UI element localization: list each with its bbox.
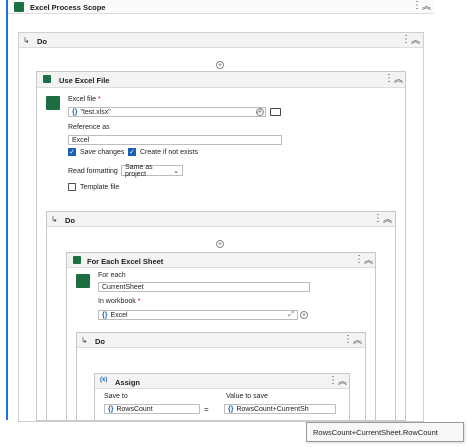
- add-icon[interactable]: +: [300, 311, 308, 319]
- more-options-icon[interactable]: ⋮: [328, 376, 338, 386]
- add-activity-icon[interactable]: +: [216, 240, 224, 248]
- more-options-icon[interactable]: ⋮: [401, 35, 411, 45]
- excel-icon: [73, 256, 81, 264]
- save-changes-label: Save changes: [80, 149, 125, 156]
- variable-icon: {}: [72, 108, 78, 116]
- collapse-icon[interactable]: ︽: [364, 256, 373, 265]
- do-innermost-header[interactable]: ↳ Do ⋮ ︽: [77, 333, 365, 348]
- do-outer-title: Do: [37, 37, 47, 46]
- save-to-value: RowsCount: [116, 405, 153, 413]
- save-to-label: Save to: [104, 393, 128, 400]
- required-mark: *: [97, 96, 101, 103]
- more-options-icon[interactable]: ⋮: [343, 335, 353, 345]
- arrow-icon: ↳: [81, 336, 88, 345]
- excel-file-field[interactable]: {} "test.xlsx" ⤢: [68, 107, 266, 117]
- for-each-value: CurrentSheet: [102, 283, 144, 291]
- in-workbook-label: In workbook *: [98, 298, 141, 305]
- arrow-icon: ↳: [23, 36, 30, 45]
- read-formatting-dropdown[interactable]: Same as project ⌄: [121, 163, 183, 178]
- add-icon[interactable]: +: [256, 108, 264, 116]
- expression-tooltip: RowsCount+CurrentSheet.RowCount: [306, 422, 464, 442]
- use-excel-file-header[interactable]: Use Excel File ⋮ ︽: [37, 72, 405, 88]
- more-options-icon[interactable]: ⋮: [412, 1, 422, 11]
- assign-header[interactable]: (x) Assign ⋮ ︽: [95, 374, 349, 389]
- value-to-save-label: Value to save: [226, 393, 268, 400]
- do-outer-header[interactable]: ↳ Do ⋮ ︽: [19, 33, 423, 48]
- collapse-icon[interactable]: ︽: [394, 75, 403, 84]
- expand-icon[interactable]: ⤢: [288, 311, 297, 319]
- for-each-sheet-title: For Each Excel Sheet: [87, 257, 164, 266]
- excel-file-label: Excel file *: [68, 96, 101, 103]
- for-each-sheet-header[interactable]: For Each Excel Sheet ⋮ ︽: [67, 253, 375, 268]
- create-if-not-exists-checkbox[interactable]: ✓: [128, 148, 136, 156]
- value-to-save-field[interactable]: {} RowsCount+CurrentSh: [224, 404, 336, 414]
- reference-as-value: Excel: [72, 136, 90, 144]
- equals-sign: =: [204, 405, 209, 414]
- for-each-field[interactable]: CurrentSheet: [98, 282, 310, 292]
- more-options-icon[interactable]: ⋮: [354, 255, 364, 265]
- for-each-label: For each: [98, 272, 126, 279]
- more-options-icon[interactable]: ⋮: [373, 214, 383, 224]
- variable-icon: {}: [228, 405, 234, 413]
- selection-indicator: [6, 0, 8, 420]
- do-inner-title: Do: [65, 216, 75, 225]
- reference-as-field[interactable]: Excel: [68, 135, 282, 145]
- excel-process-scope-title: Excel Process Scope: [30, 3, 106, 12]
- variable-icon: {}: [102, 311, 108, 319]
- collapse-icon[interactable]: ︽: [383, 215, 392, 224]
- in-workbook-value: Excel: [110, 311, 128, 319]
- use-excel-file-title: Use Excel File: [59, 76, 110, 85]
- collapse-icon[interactable]: ︽: [422, 2, 431, 11]
- do-innermost-title: Do: [95, 337, 105, 346]
- excel-large-icon: [76, 274, 90, 288]
- read-formatting-value: Same as project: [125, 163, 153, 178]
- assign-icon: (x): [100, 377, 108, 383]
- variable-icon: {}: [108, 405, 114, 413]
- assign-title: Assign: [115, 378, 141, 387]
- folder-icon[interactable]: [270, 108, 281, 116]
- collapse-icon[interactable]: ︽: [353, 336, 362, 345]
- do-inner-header[interactable]: ↳ Do ⋮ ︽: [47, 212, 395, 227]
- excel-icon: [43, 75, 51, 83]
- collapse-icon[interactable]: ︽: [411, 36, 420, 45]
- collapse-icon[interactable]: ︽: [338, 377, 347, 386]
- excel-large-icon: [46, 96, 60, 110]
- in-workbook-field[interactable]: {} Excel ⤢: [98, 310, 298, 320]
- arrow-icon: ↳: [51, 215, 58, 224]
- required-mark: *: [137, 298, 141, 305]
- template-file-label: Template file: [80, 184, 120, 191]
- add-activity-icon[interactable]: +: [216, 61, 224, 69]
- template-file-checkbox[interactable]: [68, 183, 76, 191]
- more-options-icon[interactable]: ⋮: [384, 74, 394, 84]
- value-to-save-value: RowsCount+CurrentSh: [236, 405, 309, 413]
- reference-as-label: Reference as: [68, 124, 110, 131]
- excel-icon: [14, 2, 24, 12]
- excel-process-scope-header[interactable]: Excel Process Scope ⋮ ︽: [8, 0, 434, 14]
- chevron-down-icon: ⌄: [173, 167, 179, 175]
- save-changes-checkbox[interactable]: ✓: [68, 148, 76, 156]
- create-if-not-exists-label: Create if not exists: [140, 149, 198, 156]
- excel-file-value: "test.xlsx": [80, 108, 111, 116]
- tooltip-text: RowsCount+CurrentSheet.RowCount: [313, 427, 438, 437]
- read-formatting-label: Read formatting: [68, 168, 118, 175]
- save-to-field[interactable]: {} RowsCount: [104, 404, 200, 414]
